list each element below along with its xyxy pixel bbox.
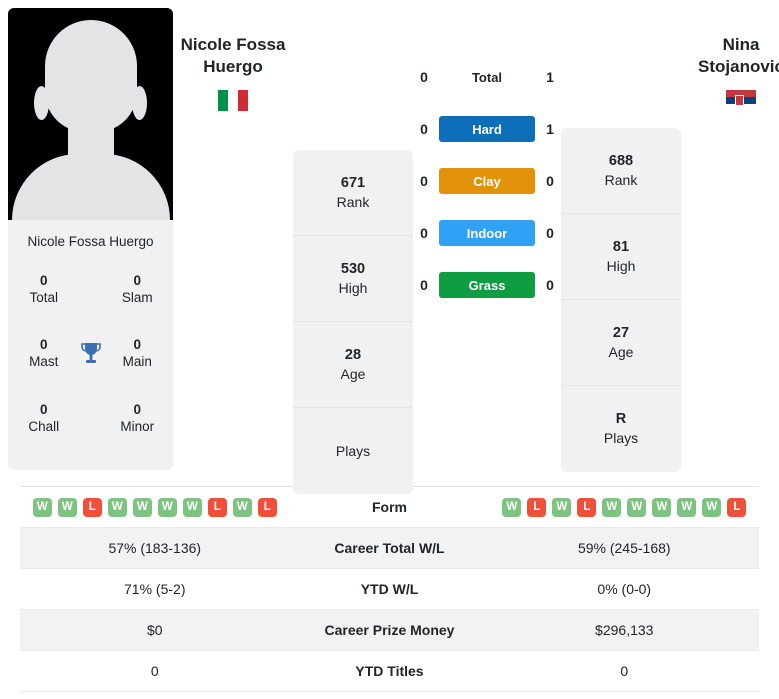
form-badge-w: W <box>602 497 622 517</box>
right-player-stat-card: 688 Rank 81 High 27 Age R Plays <box>561 128 681 472</box>
h2h-row-hard: 0 Hard 1 <box>413 116 561 142</box>
stat-rank: 671 Rank <box>293 150 413 236</box>
form-badge-l: L <box>207 497 227 517</box>
form-badge-w: W <box>702 497 722 517</box>
h2h-right-score: 1 <box>546 121 554 137</box>
flag-italy-icon <box>218 89 248 111</box>
row-label: Career Prize Money <box>324 622 455 638</box>
form-badge-l: L <box>82 497 102 517</box>
flag-serbia-icon <box>726 89 756 111</box>
left-value: 57% (183-136) <box>108 540 202 556</box>
h2h-left-score: 0 <box>420 121 428 137</box>
left-player-stat-card: 671 Rank 530 High 28 Age Plays <box>293 150 413 494</box>
h2h-right-score: 0 <box>546 173 554 189</box>
h2h-row-indoor: 0 Indoor 0 <box>413 220 561 246</box>
head-to-head-panel: 0 Total 1 0 Hard 1 0 Clay 0 0 Indoor 0 0… <box>413 8 561 298</box>
table-row-ytd-wl: 71% (5-2) YTD W/L 0% (0-0) <box>20 569 759 610</box>
stat-plays: Plays <box>335 442 371 459</box>
form-badge-w: W <box>182 497 202 517</box>
stat-rank: 688 Rank <box>561 128 681 214</box>
left-value: $0 <box>146 622 163 638</box>
stat-age: 28 Age <box>293 322 413 408</box>
right-player-name-block: Nina Stojanovic <box>681 8 779 111</box>
row-label: YTD W/L <box>360 581 419 597</box>
right-value: 0 <box>620 663 629 679</box>
h2h-left-score: 0 <box>420 173 428 189</box>
left-player-name-block: Nicole Fossa Huergo <box>173 8 293 111</box>
stat-high: 81 High <box>561 214 681 300</box>
left-player-title: Nicole Fossa Huergo <box>180 35 286 76</box>
h2h-surface-bar-indoor[interactable]: Indoor <box>439 220 535 246</box>
table-row-ytd-titles: 0 YTD Titles 0 <box>20 651 759 692</box>
stat-high: 530 High <box>293 236 413 322</box>
h2h-surface-bar-grass[interactable]: Grass <box>439 272 535 298</box>
form-badge-w: W <box>627 497 647 517</box>
form-badge-w: W <box>132 497 152 517</box>
row-label: YTD Titles <box>355 663 424 679</box>
h2h-left-score: 0 <box>420 277 428 293</box>
trophy-icon <box>74 341 108 367</box>
right-value: $296,133 <box>595 622 654 638</box>
row-label: Form <box>372 499 407 515</box>
title-mast: 0 Mast <box>29 337 59 370</box>
stat-plays: R Plays <box>603 411 639 447</box>
form-badge-w: W <box>502 497 522 517</box>
title-slam: 0 Slam <box>121 272 153 305</box>
left-player-photo[interactable] <box>8 8 173 220</box>
form-badge-w: W <box>107 497 127 517</box>
h2h-label: Total <box>471 69 503 85</box>
title-main: 0 Main <box>122 337 152 370</box>
form-badge-w: W <box>57 497 77 517</box>
right-form-cell: WLWLWWWWWL <box>490 497 760 517</box>
title-total: 0 Total <box>29 272 59 305</box>
player-comparison-header: Nicole Fossa Huergo 0 Total 0 Slam 0 Mas… <box>0 0 779 494</box>
left-value: 0 <box>150 663 159 679</box>
h2h-left-score: 0 <box>420 225 428 241</box>
left-form-cell: WWLWWWWLWL <box>20 497 290 517</box>
h2h-surface-bar-hard[interactable]: Hard <box>439 116 535 142</box>
title-minor: 0 Minor <box>120 401 155 434</box>
left-player-titles-panel: Nicole Fossa Huergo 0 Total 0 Slam 0 Mas… <box>8 220 173 470</box>
left-player-name: Nicole Fossa Huergo <box>27 234 154 249</box>
form-badge-w: W <box>32 497 52 517</box>
form-badge-w: W <box>677 497 697 517</box>
h2h-right-score: 0 <box>546 277 554 293</box>
title-chall: 0 Chall <box>28 401 60 434</box>
right-value: 0% (0-0) <box>597 581 652 597</box>
form-badge-w: W <box>232 497 252 517</box>
form-badge-l: L <box>527 497 547 517</box>
h2h-row-total: 0 Total 1 <box>413 64 561 90</box>
form-badge-l: L <box>257 497 277 517</box>
comparison-stats-table: WWLWWWWLWL Form WLWLWWWWWL 57% (183-136)… <box>20 486 759 692</box>
stat-age: 27 Age <box>561 300 681 386</box>
h2h-right-score: 0 <box>546 225 554 241</box>
left-value: 71% (5-2) <box>124 581 186 597</box>
h2h-row-grass: 0 Grass 0 <box>413 272 561 298</box>
left-player-card[interactable]: Nicole Fossa Huergo 0 Total 0 Slam 0 Mas… <box>8 8 173 470</box>
h2h-surface-bar-clay[interactable]: Clay <box>439 168 535 194</box>
left-titles-grid: 0 Total 0 Slam 0 Mast 0 Main 0 Chall 0 M… <box>14 264 167 444</box>
table-row-career-total-wl: 57% (183-136) Career Total W/L 59% (245-… <box>20 528 759 569</box>
form-badge-w: W <box>652 497 672 517</box>
h2h-row-clay: 0 Clay 0 <box>413 168 561 194</box>
right-form-strip: WLWLWWWWWL <box>490 497 760 517</box>
h2h-left-score: 0 <box>420 69 428 85</box>
left-form-strip: WWLWWWWLWL <box>20 497 290 517</box>
form-badge-w: W <box>552 497 572 517</box>
avatar-silhouette-icon <box>8 8 173 220</box>
right-player-title: Nina Stojanovic <box>698 35 779 76</box>
form-badge-w: W <box>157 497 177 517</box>
row-label: Career Total W/L <box>334 540 445 556</box>
table-row-career-prize-money: $0 Career Prize Money $296,133 <box>20 610 759 651</box>
form-badge-l: L <box>577 497 597 517</box>
form-badge-l: L <box>727 497 747 517</box>
h2h-right-score: 1 <box>546 69 554 85</box>
right-value: 59% (245-168) <box>577 540 671 556</box>
